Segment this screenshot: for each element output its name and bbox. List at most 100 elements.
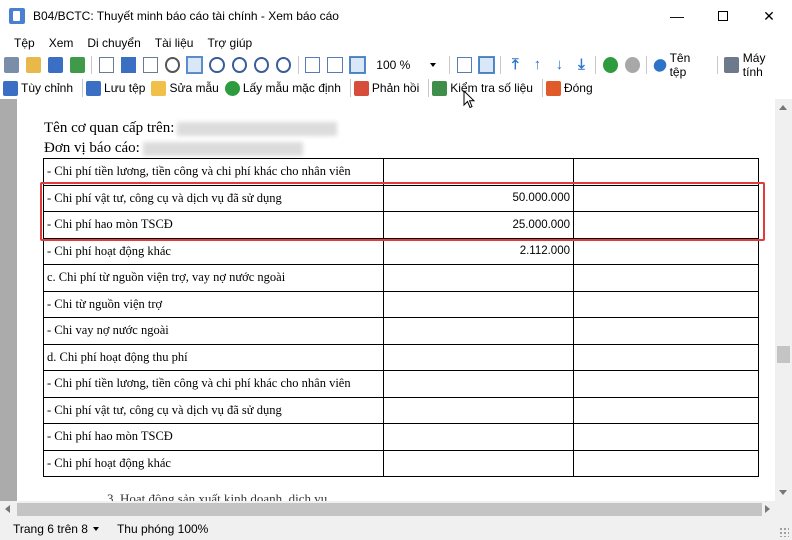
scroll-left-icon[interactable] [5,505,10,513]
feedback-label: Phản hồi [371,81,420,95]
app-icon [9,8,25,24]
scroll-right-icon[interactable] [765,505,770,513]
status-bar: Trang 6 trên 8 Thu phóng 100% [0,518,792,540]
row-label: - Chi vay nợ nước ngoài [43,317,384,345]
find-icon[interactable] [164,57,181,73]
toolbar-separator [349,79,351,97]
file-name-label[interactable]: Tên tệp [670,51,708,79]
checklist-icon [432,80,448,96]
minimize-button[interactable]: — [654,0,700,32]
resize-grip-icon[interactable] [779,527,789,537]
check-data-button[interactable]: Kiểm tra số liệu [432,80,533,96]
edit-template-label: Sửa mẫu [169,81,219,95]
row-label: c. Chi phí từ nguồn viện trợ, vay nợ nướ… [43,264,384,292]
row-label: - Chi phí hoạt động khác [43,449,384,477]
close-window-button[interactable]: ✕ [746,0,792,32]
toolbar-separator [297,56,299,74]
zoom-status: Thu phóng 100% [116,522,209,536]
menu-help[interactable]: Trợ giúp [200,36,259,50]
actual-size-icon[interactable] [348,56,366,74]
fit-width-icon[interactable] [305,57,321,73]
marquee-zoom-icon[interactable] [276,57,292,73]
page-setup-icon[interactable] [98,57,114,73]
customize-button[interactable]: Tùy chỉnh [3,80,73,96]
toolbar-separator [82,79,84,97]
row-label: - Chi từ nguồn viện trợ [43,290,384,318]
toolbar-separator [500,56,502,74]
computer-icon[interactable] [724,57,740,73]
file-name-icon[interactable] [651,56,669,74]
table-row: - Chi phí vật tư, công cụ và dịch vụ đã … [43,396,759,424]
toolbar-separator [595,56,597,74]
toolbar-separator [428,79,430,97]
page-indicator[interactable]: Trang 6 trên 8 [13,522,99,536]
continuous-page-icon[interactable] [477,56,495,74]
last-page-icon[interactable]: ⤓ [574,57,589,73]
zoom-in-icon[interactable] [231,57,247,73]
back-icon[interactable] [602,57,618,73]
hand-tool-icon[interactable] [186,56,204,74]
export-icon[interactable] [69,57,85,73]
row-label: - Chi phí hao mòn TSCĐ [43,423,384,451]
row-value [383,264,574,292]
thumbnails-icon[interactable] [120,57,136,73]
fit-page-icon[interactable] [327,57,343,73]
save-template-label: Lưu tệp [104,81,146,95]
single-page-icon[interactable] [456,57,472,73]
machine-name-label[interactable]: Máy tính [743,51,786,79]
zoom-value: 100 % [376,58,411,72]
save-icon[interactable] [47,57,63,73]
vertical-scroll-thumb[interactable] [777,346,790,363]
save-template-button[interactable]: Lưu tệp [86,80,146,96]
report-viewport[interactable]: Tên cơ quan cấp trên: Đơn vị báo cáo: - … [0,99,775,501]
next-section-heading: 3. Hoạt động sản xuất kinh doanh, dịch v… [107,491,328,501]
maximize-icon [718,11,728,21]
table-row: c. Chi phí từ nguồn viện trợ, vay nợ nướ… [43,264,759,292]
scroll-down-icon[interactable] [779,490,787,495]
row-extra [573,317,759,345]
edit-template-button[interactable]: Sửa mẫu [151,80,219,96]
save-icon [86,80,102,96]
forward-icon[interactable] [624,57,640,73]
window-title: B04/BCTC: Thuyết minh báo cáo tài chính … [33,9,339,23]
default-template-button[interactable]: Lấy mẫu mặc định [224,80,341,96]
menu-document[interactable]: Tài liệu [148,36,201,50]
open-folder-icon[interactable] [25,57,41,73]
reporting-unit-line: Đơn vị báo cáo: [44,140,303,157]
undo-icon [224,80,240,96]
print-icon[interactable] [3,57,19,73]
menu-navigate[interactable]: Di chuyển [80,36,147,50]
toolbar-separator [541,79,543,97]
row-value [383,317,574,345]
zoom-dropdown[interactable]: 100 % [372,55,443,75]
toolbar-separator [449,56,451,74]
zoom-tool-icon[interactable] [209,57,225,73]
menu-view[interactable]: Xem [42,36,81,50]
scroll-up-icon[interactable] [779,105,787,110]
scrollbar-corner [775,501,792,518]
vertical-scrollbar[interactable] [775,99,792,501]
row-extra [573,237,759,265]
row-label: - Chi phí vật tư, công cụ và dịch vụ đã … [43,396,384,424]
horizontal-scroll-thumb[interactable] [17,503,762,516]
row-extra [573,370,759,398]
report-page: Tên cơ quan cấp trên: Đơn vị báo cáo: - … [17,99,775,501]
next-page-icon[interactable]: ↓ [552,57,567,73]
toolbar-separator [716,56,718,74]
first-page-icon[interactable]: ⤒ [508,57,523,73]
row-value [383,290,574,318]
redacted-value [142,141,303,156]
row-extra [573,343,759,371]
row-value [383,343,574,371]
row-value [383,423,574,451]
zoom-out-icon[interactable] [253,57,270,73]
close-report-button[interactable]: Đóng [545,80,593,96]
previous-page-icon[interactable]: ↑ [530,57,545,73]
maximize-button[interactable] [700,0,746,32]
feedback-button[interactable]: Phản hồi [353,80,420,96]
table-row: - Chi phí hoạt động khác [43,449,759,477]
horizontal-scrollbar[interactable] [0,501,775,518]
document-map-icon[interactable] [142,57,158,73]
close-icon [545,80,561,96]
menu-file[interactable]: Tệp [7,36,42,50]
